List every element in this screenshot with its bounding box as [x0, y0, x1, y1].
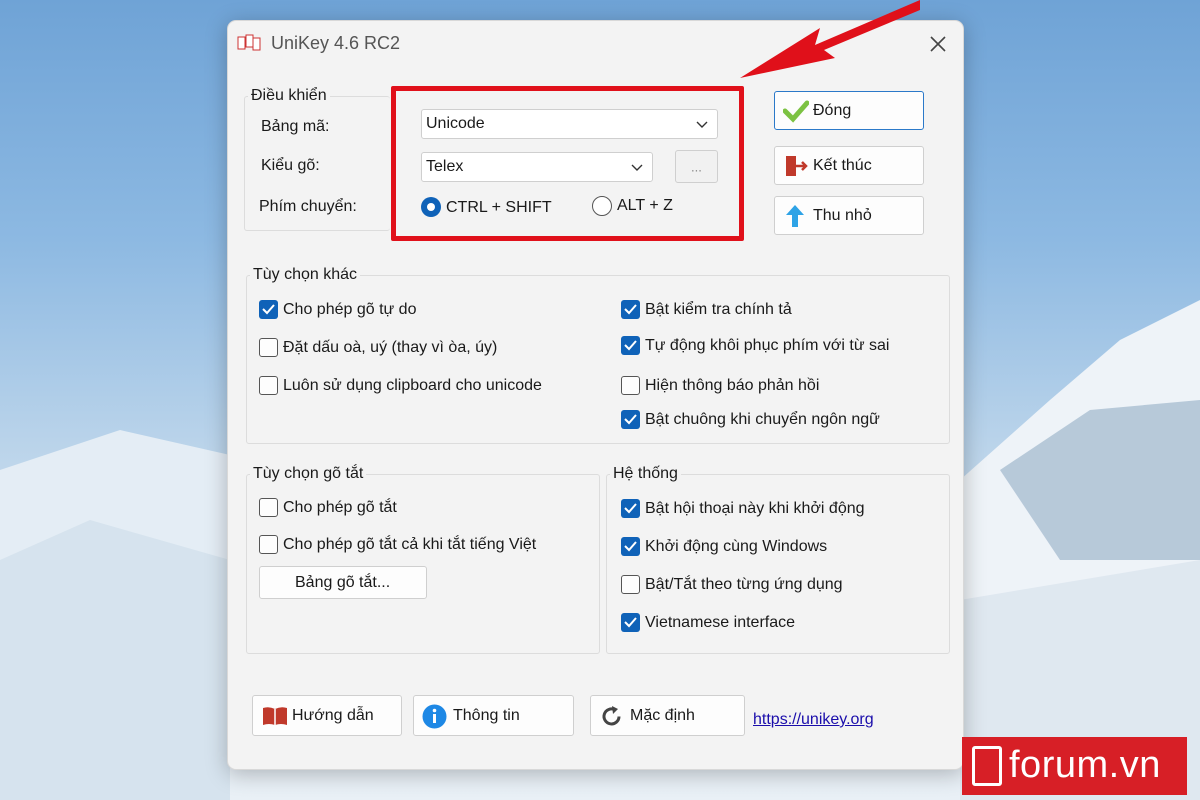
checkbox-theo-ung-dung-label: Bật/Tắt theo từng ứng dụng — [645, 576, 843, 593]
checkbox-go-tu-do-label: Cho phép gõ tự do — [283, 301, 417, 318]
checkbox-khoi-dong-windows-label: Khởi động cùng Windows — [645, 538, 828, 555]
exit-door-icon — [786, 156, 808, 176]
checkbox-go-tat[interactable] — [259, 498, 278, 517]
thong-tin-label: Thông tin — [453, 706, 520, 724]
unikey-app-icon — [237, 34, 261, 51]
highlight-box — [391, 86, 744, 241]
kieu-go-label: Kiểu gõ: — [261, 157, 320, 174]
huong-dan-button[interactable]: Hướng dẫn — [252, 695, 402, 736]
checkbox-vietnamese-interface-label: Vietnamese interface — [645, 614, 796, 631]
checkbox-go-tat-label: Cho phép gõ tắt — [283, 499, 397, 516]
thu-nho-label: Thu nhỏ — [813, 206, 872, 224]
checkbox-go-tu-do[interactable] — [259, 300, 278, 319]
watermark-text: forum.vn — [1009, 744, 1161, 786]
checkbox-khoi-dong-windows[interactable] — [621, 537, 640, 556]
tuy-chon-khac-legend: Tùy chọn khác — [250, 266, 361, 284]
checkmark-icon — [783, 100, 809, 123]
checkbox-clipboard-label: Luôn sử dụng clipboard cho unicode — [283, 377, 542, 394]
book-icon — [263, 707, 287, 725]
checkbox-thong-bao-label: Hiện thông báo phản hồi — [645, 377, 820, 394]
checkbox-thong-bao[interactable] — [621, 376, 640, 395]
checkbox-khoi-phuc-phim-label: Tự động khôi phục phím với từ sai — [645, 337, 890, 354]
bang-ma-label: Bảng mã: — [261, 118, 330, 135]
checkbox-dat-dau[interactable] — [259, 338, 278, 357]
checkbox-dat-dau-label: Đặt dấu oà, uý (thay vì òa, úy) — [283, 339, 498, 356]
huong-dan-label: Hướng dẫn — [292, 706, 374, 724]
mac-dinh-label: Mặc định — [630, 706, 695, 724]
checkbox-hoi-thoai-khoi-dong[interactable] — [621, 499, 640, 518]
dong-button[interactable]: Đóng — [774, 91, 924, 130]
checkbox-theo-ung-dung[interactable] — [621, 575, 640, 594]
phim-chuyen-label: Phím chuyển: — [259, 198, 357, 215]
checkbox-bat-chuong[interactable] — [621, 410, 640, 429]
thu-nho-button[interactable]: Thu nhỏ — [774, 196, 924, 235]
ket-thuc-button[interactable]: Kết thúc — [774, 146, 924, 185]
info-icon — [422, 704, 447, 729]
sforum-logo-mark-icon — [972, 746, 1002, 786]
red-arrow-icon — [740, 0, 920, 78]
dieu-khien-legend: Điều khiển — [248, 87, 330, 105]
dong-label: Đóng — [813, 101, 852, 119]
unikey-website-link[interactable]: https://unikey.org — [753, 711, 874, 729]
checkbox-hoi-thoai-khoi-dong-label: Bật hội thoại này khi khởi động — [645, 500, 865, 517]
ket-thuc-label: Kết thúc — [813, 156, 872, 174]
checkbox-khoi-phuc-phim[interactable] — [621, 336, 640, 355]
window-title: UniKey 4.6 RC2 — [271, 33, 401, 53]
bang-go-tat-label: Bảng gõ tắt... — [295, 573, 391, 591]
reset-icon — [602, 706, 621, 726]
sforum-logo: forum.vn — [962, 737, 1187, 795]
checkbox-vietnamese-interface[interactable] — [621, 613, 640, 632]
mac-dinh-button[interactable]: Mặc định — [590, 695, 745, 736]
bang-go-tat-button[interactable]: Bảng gõ tắt... — [259, 566, 427, 599]
go-tat-legend: Tùy chọn gõ tắt — [250, 465, 367, 483]
checkbox-bat-chuong-label: Bật chuông khi chuyển ngôn ngữ — [645, 411, 880, 428]
he-thong-legend: Hệ thống — [610, 465, 681, 483]
checkbox-go-tat-ca-khi-tat-label: Cho phép gõ tắt cả khi tắt tiếng Việt — [283, 536, 537, 553]
arrow-up-icon — [786, 205, 804, 227]
checkbox-go-tat-ca-khi-tat[interactable] — [259, 535, 278, 554]
close-icon[interactable] — [925, 31, 951, 57]
checkbox-clipboard[interactable] — [259, 376, 278, 395]
checkbox-kiem-tra-chinh-ta-label: Bật kiểm tra chính tả — [645, 301, 792, 318]
checkbox-kiem-tra-chinh-ta[interactable] — [621, 300, 640, 319]
thong-tin-button[interactable]: Thông tin — [413, 695, 574, 736]
